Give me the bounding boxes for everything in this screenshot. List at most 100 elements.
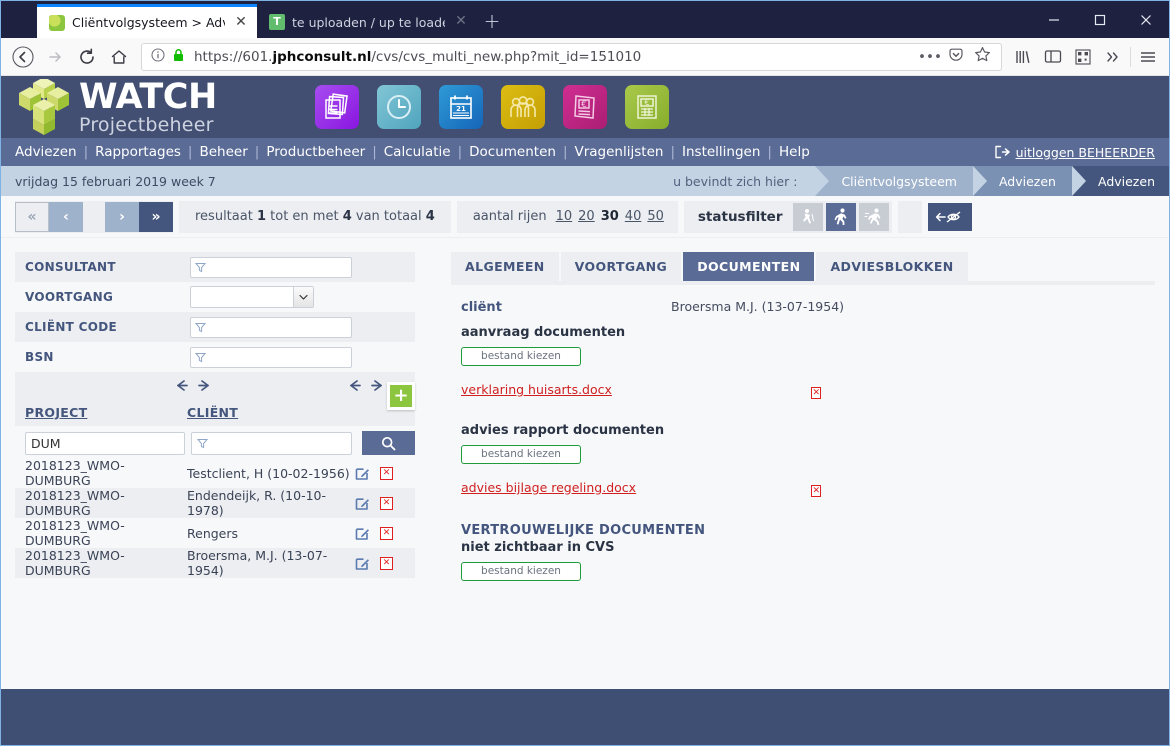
menu-item-help[interactable]: Help — [779, 144, 810, 160]
euro-invoice-icon[interactable]: € — [562, 85, 607, 129]
hamburger-menu-icon[interactable] — [1133, 42, 1163, 72]
search-button[interactable] — [361, 431, 416, 455]
back-hide-icon[interactable] — [927, 202, 972, 231]
breadcrumb-item-clientvolgsysteem[interactable]: Cliëntvolgsysteem — [815, 166, 987, 196]
menu-item-productbeheer[interactable]: Productbeheer — [266, 144, 365, 160]
pocket-icon[interactable] — [943, 47, 969, 67]
move-arrows-client[interactable] — [348, 379, 384, 392]
running-fast-icon[interactable] — [858, 202, 889, 231]
row-actions: ✕ — [355, 466, 415, 481]
choose-file-button-advies-rapport[interactable]: bestand kiezen — [461, 445, 581, 464]
add-record-button[interactable]: + — [387, 382, 415, 410]
home-icon[interactable] — [103, 42, 135, 72]
browser-tab-2[interactable]: T te uploaden / up te loaden* - ta ✕ — [257, 6, 477, 38]
menu-item-rapportages[interactable]: Rapportages — [95, 144, 181, 160]
info-icon[interactable] — [148, 47, 168, 66]
choose-file-button-aanvraag[interactable]: bestand kiezen — [461, 347, 581, 366]
running-icon[interactable] — [825, 202, 856, 231]
app-header: WATCH Projectbeheer 21 € € — [1, 76, 1169, 138]
overflow-chevrons-icon[interactable] — [1098, 42, 1128, 72]
tab-voortgang[interactable]: VOORTGANG — [560, 252, 684, 281]
file-link-advies-bijlage-regeling[interactable]: advies bijlage regeling.docx — [461, 480, 636, 495]
reload-icon[interactable] — [71, 42, 103, 72]
sidebar-icon[interactable] — [1038, 42, 1068, 72]
next-page-button[interactable]: › — [105, 201, 139, 232]
move-arrows-project[interactable] — [175, 379, 211, 392]
pagination-group: « ‹ › » — [15, 200, 173, 233]
menu-item-instellingen[interactable]: Instellingen — [682, 144, 760, 160]
delete-x-icon[interactable]: ✕ — [380, 526, 393, 540]
menu-item-documenten[interactable]: Documenten — [469, 144, 556, 160]
edit-pencil-icon[interactable] — [355, 466, 370, 481]
edit-pencil-icon[interactable] — [355, 496, 370, 511]
column-header-project[interactable]: PROJECT — [15, 405, 183, 420]
menu-separator: | — [83, 144, 89, 160]
close-icon[interactable]: ✕ — [453, 14, 469, 30]
client-code-filter-input[interactable] — [190, 316, 352, 338]
new-tab-button[interactable]: + — [477, 6, 507, 38]
table-row[interactable]: 2018123_WMO-DUMBURG Endendeijk, R. (10-1… — [15, 488, 415, 518]
euro-calculator-icon[interactable]: € — [624, 85, 669, 129]
menu-separator: | — [562, 144, 568, 160]
delete-x-icon[interactable]: ✕ — [811, 485, 821, 497]
delete-x-icon[interactable]: ✕ — [811, 387, 821, 399]
delete-x-icon[interactable]: ✕ — [380, 556, 393, 570]
bookmark-star-icon[interactable] — [969, 46, 995, 67]
calendar-21-icon[interactable]: 21 — [438, 85, 483, 129]
table-row[interactable]: 2018123_WMO-DUMBURG Broersma, M.J. (13-0… — [15, 548, 415, 578]
tab-algemeen[interactable]: ALGEMEEN — [451, 252, 561, 281]
back-arrow-icon[interactable] — [7, 42, 39, 72]
more-dots-icon[interactable]: ••• — [917, 49, 943, 65]
app-icon-bar: 21 € € — [314, 85, 669, 129]
tab-documenten[interactable]: DOCUMENTEN — [683, 252, 817, 281]
table-row[interactable]: 2018123_WMO-DUMBURG Testclient, H (10-02… — [15, 458, 415, 488]
last-page-button[interactable]: » — [139, 201, 173, 232]
breadcrumb-item-adviezen-1[interactable]: Adviezen — [972, 166, 1087, 196]
people-group-icon[interactable] — [500, 85, 545, 129]
app-logo[interactable]: WATCH Projectbeheer — [13, 79, 217, 135]
rows-option-40[interactable]: 40 — [625, 209, 642, 224]
file-link-verklaring-huisarts[interactable]: verklaring huisarts.docx — [461, 382, 612, 397]
delete-x-icon[interactable]: ✕ — [380, 466, 393, 480]
client-search-input[interactable] — [191, 431, 352, 455]
prev-page-button[interactable]: ‹ — [49, 201, 83, 232]
window-controls — [1031, 1, 1169, 38]
tab-adviesblokken[interactable]: ADVIESBLOKKEN — [816, 252, 970, 281]
browser-tab-1[interactable]: Cliëntvolgsysteem > Adviezen > ✕ — [37, 4, 257, 38]
choose-file-button-confidential[interactable]: bestand kiezen — [461, 562, 581, 581]
qr-screenshot-icon[interactable] — [1068, 42, 1098, 72]
rows-option-30-selected[interactable]: 30 — [601, 209, 619, 224]
rows-option-10[interactable]: 10 — [556, 209, 573, 224]
file-row-aanvraag: verklaring huisarts.docx ✕ — [461, 380, 821, 399]
logout-button[interactable]: uitloggen BEHEERDER — [994, 145, 1155, 160]
rows-option-50[interactable]: 50 — [647, 209, 664, 224]
walking-slow-icon[interactable] — [792, 202, 823, 231]
consultant-filter-input[interactable] — [190, 256, 352, 278]
menu-item-vragenlijsten[interactable]: Vragenlijsten — [575, 144, 664, 160]
close-icon[interactable]: ✕ — [233, 14, 249, 31]
library-icon[interactable] — [1008, 42, 1038, 72]
edit-pencil-icon[interactable] — [355, 556, 370, 571]
minimize-icon[interactable] — [1031, 1, 1077, 38]
documents-icon[interactable] — [314, 85, 359, 129]
rows-option-20[interactable]: 20 — [578, 209, 595, 224]
delete-x-icon[interactable]: ✕ — [380, 496, 393, 510]
edit-pencil-icon[interactable] — [355, 526, 370, 541]
table-header: PROJECT CLIËNT — [15, 398, 415, 426]
clock-icon[interactable] — [376, 85, 421, 129]
breadcrumb-item-adviezen-2[interactable]: Adviezen — [1071, 166, 1169, 196]
project-search-input[interactable]: DUM — [25, 431, 186, 455]
table-row[interactable]: 2018123_WMO-DUMBURG Rengers ✕ — [15, 518, 415, 548]
menu-item-beheer[interactable]: Beheer — [199, 144, 247, 160]
column-header-client[interactable]: CLIËNT — [183, 405, 415, 420]
first-page-button[interactable]: « — [15, 201, 49, 232]
menu-item-adviezen[interactable]: Adviezen — [15, 144, 77, 160]
funnel-icon — [195, 352, 206, 362]
maximize-icon[interactable] — [1077, 1, 1123, 38]
url-bar[interactable]: https://601.jphconsult.nl/cvs/cvs_multi_… — [141, 42, 1002, 71]
lock-icon[interactable] — [168, 48, 188, 66]
menu-item-calculatie[interactable]: Calculatie — [384, 144, 451, 160]
bsn-filter-input[interactable] — [190, 346, 352, 368]
close-icon[interactable] — [1123, 1, 1169, 38]
voortgang-filter-select[interactable] — [190, 286, 314, 308]
